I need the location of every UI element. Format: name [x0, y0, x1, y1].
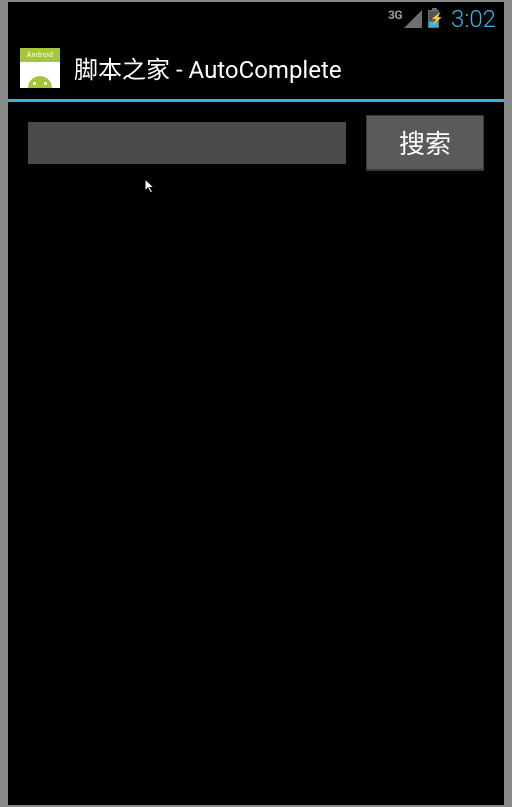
clock-label: 3:02 — [451, 5, 496, 33]
search-button[interactable]: 搜索 — [366, 115, 484, 171]
android-robot-icon — [20, 62, 60, 88]
signal-icon — [404, 10, 422, 28]
app-icon-tag: Android — [20, 48, 60, 62]
search-input[interactable] — [28, 122, 346, 164]
action-bar: Android 脚本之家 - AutoComplete — [8, 36, 504, 102]
battery-charging-icon: ⚡ — [428, 10, 439, 28]
device-screen: 3G ⚡ 3:02 Android 脚本之家 - AutoComplete 搜索 — [8, 2, 504, 805]
app-icon: Android — [20, 48, 60, 88]
bolt-icon: ⚡ — [430, 13, 444, 24]
status-bar: 3G ⚡ 3:02 — [8, 2, 504, 36]
content-area: 搜索 — [8, 102, 504, 191]
app-title: 脚本之家 - AutoComplete — [74, 50, 342, 85]
network-type-label: 3G — [388, 8, 402, 22]
